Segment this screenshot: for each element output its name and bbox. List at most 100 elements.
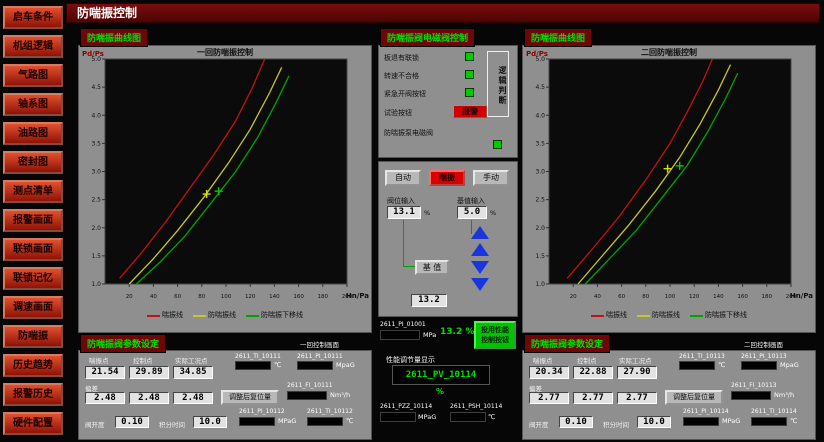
svg-text:200: 200 [786, 294, 797, 300]
reset-after-adjust-button[interactable]: 调整后复位量 [221, 390, 279, 405]
svg-text:60: 60 [618, 294, 625, 300]
svg-text:100: 100 [665, 294, 676, 300]
pi-10111-tag: 2611_PI_10111 [297, 353, 343, 360]
fi-10113-unit: Nm³/h [774, 391, 794, 399]
pzz-10114-unit: MPaG [418, 413, 436, 421]
legend-line-shifted [690, 315, 703, 317]
pzz-10114-value-box [380, 412, 416, 422]
right-chart-panel: 二回防喘振控制Pd/PsHn/Pa1.01.52.02.53.03.54.04.… [522, 45, 816, 333]
svg-text:40: 40 [150, 294, 157, 300]
pi-10113-tag: 2611_PI_10113 [741, 353, 787, 360]
sidebar-item-seal-diagram[interactable]: 密封图 [3, 151, 63, 174]
svg-text:40: 40 [594, 294, 601, 300]
auto-mode-button[interactable]: 自动 [385, 170, 421, 186]
sidebar-item-shaft-diagram[interactable]: 轴系图 [3, 93, 63, 116]
valve-opening-value[interactable]: 0.10 [115, 416, 149, 428]
svg-text:2.0: 2.0 [535, 225, 545, 232]
svg-text:5.0: 5.0 [535, 56, 545, 63]
surge-point-value[interactable]: 21.54 [85, 366, 125, 379]
sidebar-item-unit-logic[interactable]: 机组逻辑 [3, 35, 63, 58]
operating-point-value[interactable]: 27.90 [617, 366, 657, 379]
logic-judge-box: 逻辑判断 [487, 51, 509, 117]
speed-fail-led [465, 70, 474, 79]
left-screen-label: 一回控制画面 [300, 339, 339, 349]
integral-time-value[interactable]: 10.0 [637, 416, 671, 428]
sidebar-item-interlock-memory[interactable]: 联锁记忆 [3, 267, 63, 290]
sidebar-item-start-conditions[interactable]: 启车条件 [3, 6, 63, 29]
sidebar-item-alarm-history[interactable]: 报警历史 [3, 383, 63, 406]
control-point-value[interactable]: 22.88 [573, 366, 613, 379]
legend-line-surge [591, 315, 604, 317]
pi-10114-unit: MPaG [722, 417, 740, 425]
emerg-open-label: 紧急开阀按钮 [384, 89, 426, 99]
pi-10112-value-box [239, 417, 275, 426]
svg-text:一回防喘振控制: 一回防喘振控制 [197, 47, 253, 57]
sidebar-item-hardware-config[interactable]: 硬件配置 [3, 412, 63, 435]
svg-text:4.5: 4.5 [535, 84, 545, 91]
valve-opening-label: 阀开度 [529, 419, 549, 429]
right-params-panel: 喘振点 控制点 实际工况点 2611_TI_10113 ℃ 2611_PI_10… [522, 350, 816, 440]
ti-10111-tag: 2611_TI_10111 [235, 353, 281, 360]
interlock-label: 板退有联锁 [384, 53, 419, 63]
svg-text:二回防喘振控制: 二回防喘振控制 [641, 47, 697, 57]
valve-output-field[interactable]: 13.2 [411, 294, 447, 307]
connector-line [403, 220, 404, 266]
ti-10113-value-box [679, 361, 715, 370]
sidebar-item-oil-diagram[interactable]: 油路图 [3, 122, 63, 145]
engage-performance-button[interactable]: 投用性能 控制按钮 [474, 321, 516, 349]
operating-point-value[interactable]: 34.85 [173, 366, 213, 379]
right-chart-header: 防喘振曲线图 [524, 28, 592, 47]
ti-10114-unit: ℃ [790, 417, 797, 425]
solenoid-panel-header: 防喘振阀电磁阀控制 [380, 28, 475, 47]
svg-text:180: 180 [762, 294, 773, 300]
interlock-led [465, 52, 474, 61]
control-point-value[interactable]: 29.89 [129, 366, 169, 379]
valve-percent-readout: 13.2 % [440, 327, 474, 337]
pi-10114-tag: 2611_PI_10114 [683, 408, 729, 415]
increment-arrow-1[interactable] [471, 226, 489, 239]
pv-10114-unit: % [436, 387, 444, 396]
right-chart-legend: 喘振线 防喘振线 防喘振下移线 [523, 310, 815, 320]
sidebar-item-gas-diagram[interactable]: 气路图 [3, 64, 63, 87]
integral-time-value[interactable]: 10.0 [193, 416, 227, 428]
pump-solenoid-led [493, 140, 502, 149]
svg-text:2.5: 2.5 [91, 197, 101, 204]
base-input-field[interactable]: 5.0 [457, 206, 487, 219]
manual-mode-button[interactable]: 手动 [473, 170, 509, 186]
pi-10113-value-box [741, 361, 777, 370]
deviation-value-3[interactable]: 2.48 [173, 392, 213, 404]
deviation-value-1[interactable]: 2.77 [529, 392, 569, 404]
ti-10111-value-box [235, 361, 271, 370]
sidebar-item-interlock-screen[interactable]: 联锁画面 [3, 238, 63, 261]
surge-indicator-button[interactable]: 喘振 [429, 170, 465, 186]
valve-opening-value[interactable]: 0.10 [559, 416, 593, 428]
sidebar-item-speed-screen[interactable]: 调速画面 [3, 296, 63, 319]
ti-10114-value-box [751, 417, 787, 426]
decrement-arrow-1[interactable] [471, 261, 489, 274]
legend-label: 喘振线 [162, 311, 183, 319]
surge-point-value[interactable]: 20.34 [529, 366, 569, 379]
valve-control-panel: 自动 喘振 手动 阀位输入 13.1 % 基值输入 5.0 % 基 值 13.2 [378, 161, 518, 317]
sidebar-item-point-list[interactable]: 测点清单 [3, 180, 63, 203]
decrement-arrow-2[interactable] [471, 278, 489, 291]
left-params-header: 防喘振阀参数设定 [80, 334, 166, 353]
reset-after-adjust-button[interactable]: 调整后复位量 [665, 390, 723, 405]
deviation-value-1[interactable]: 2.48 [85, 392, 125, 404]
valve-input-unit: % [424, 209, 430, 217]
perf-button-line2: 控制按钮 [476, 335, 514, 345]
increment-arrow-2[interactable] [471, 243, 489, 256]
deviation-value-2[interactable]: 2.77 [573, 392, 613, 404]
svg-text:80: 80 [642, 294, 649, 300]
deviation-value-3[interactable]: 2.77 [617, 392, 657, 404]
sidebar-item-history-trend[interactable]: 历史趋势 [3, 354, 63, 377]
svg-text:1.0: 1.0 [535, 281, 545, 288]
svg-text:20: 20 [570, 294, 577, 300]
base-value-button[interactable]: 基 值 [415, 260, 449, 275]
sidebar-item-anti-surge[interactable]: 防喘振 [3, 325, 63, 348]
valve-input-field[interactable]: 13.1 [387, 206, 421, 219]
deviation-value-2[interactable]: 2.48 [129, 392, 169, 404]
sidebar-item-alarm-screen[interactable]: 报警画面 [3, 209, 63, 232]
svg-text:3.5: 3.5 [91, 140, 101, 147]
speed-fail-label: 转速不合格 [384, 71, 419, 81]
svg-text:180: 180 [318, 294, 329, 300]
